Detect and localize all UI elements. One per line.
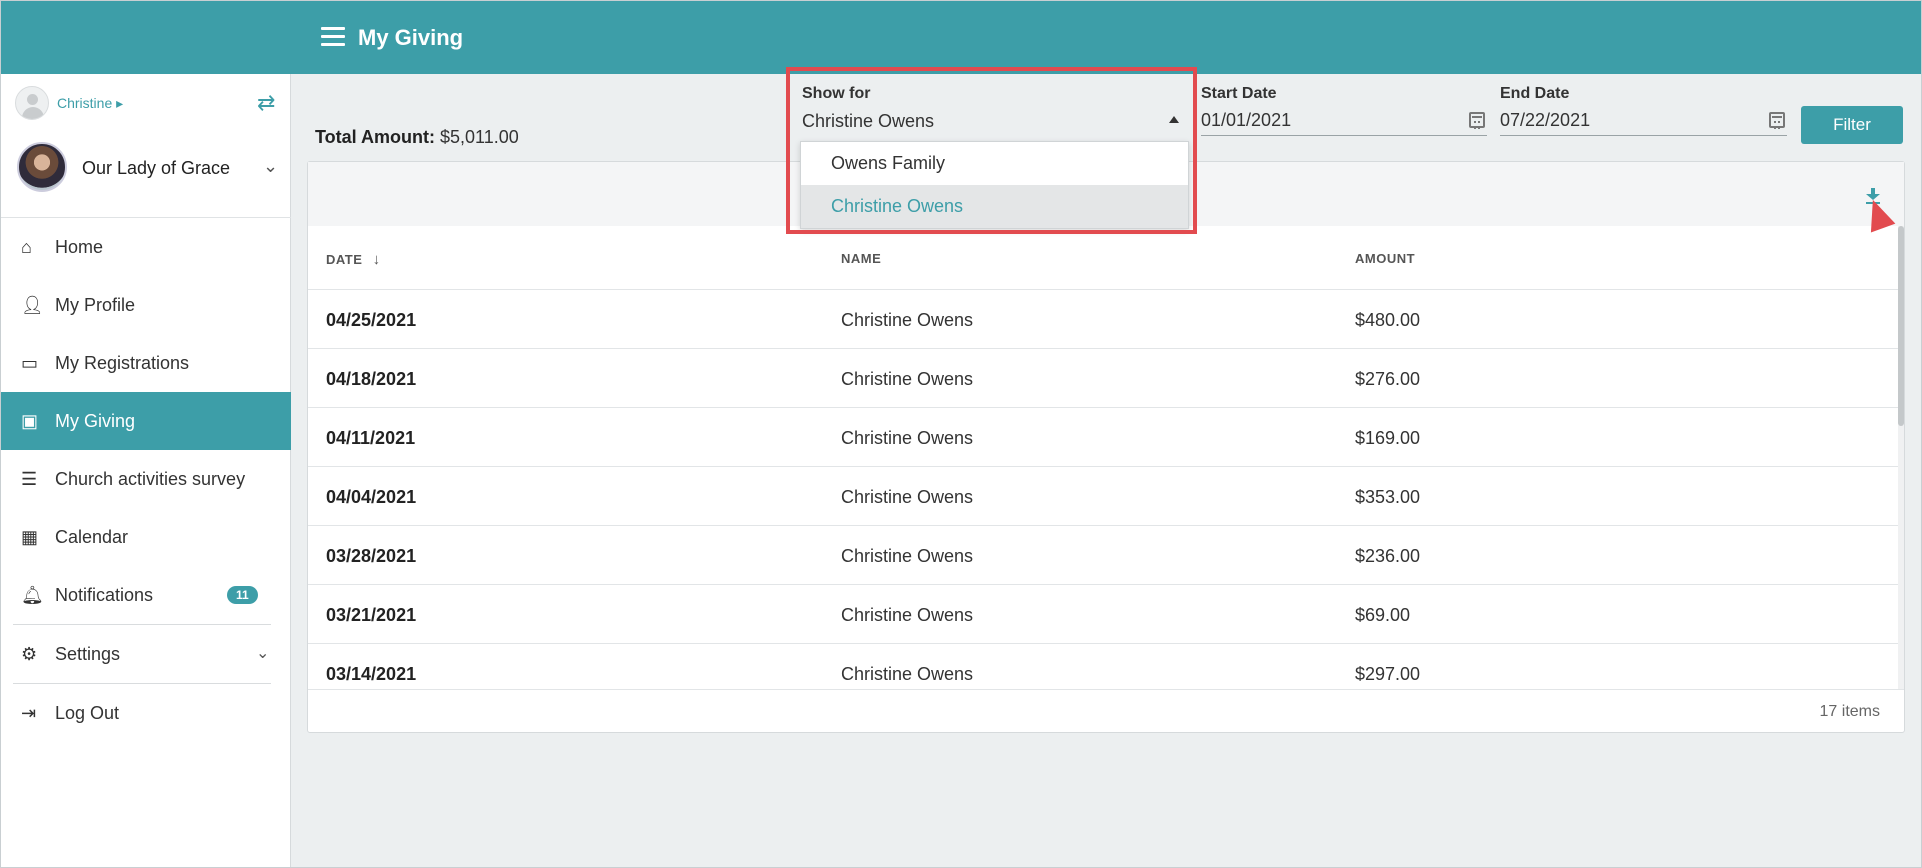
sidebar-item-log-out[interactable]: ⇥ Log Out <box>1 684 291 742</box>
cell-name: Christine Owens <box>841 605 974 625</box>
sidebar-item-my-giving[interactable]: ▣ My Giving <box>1 392 291 450</box>
table-row[interactable]: 03/21/2021 Christine Owens $69.00 <box>308 585 1898 644</box>
column-header-date[interactable]: DATE ↓ <box>326 251 381 268</box>
giving-table-card: DATE ↓ NAME AMOUNT 04/25/2021 Christine … <box>307 161 1905 733</box>
chevron-down-icon[interactable]: ⌄ <box>263 156 278 177</box>
cell-date: 03/21/2021 <box>326 605 417 625</box>
gear-icon: ⚙ <box>21 643 38 664</box>
sidebar-item-church-activities-survey[interactable]: ☰ Church activities survey <box>1 450 291 508</box>
menu-icon[interactable] <box>321 27 345 47</box>
scrollbar-thumb[interactable] <box>1898 226 1904 426</box>
cell-amount: $276.00 <box>1355 369 1421 389</box>
cell-name: Christine Owens <box>841 428 974 448</box>
cell-amount: $169.00 <box>1355 428 1421 448</box>
end-date-input[interactable]: 07/22/2021 <box>1500 106 1787 136</box>
highlight-box <box>786 67 1197 234</box>
cell-name: Christine Owens <box>841 546 974 566</box>
table-body: 04/25/2021 Christine Owens $480.00 04/18… <box>308 290 1898 689</box>
cell-date: 03/28/2021 <box>326 546 417 566</box>
cell-amount: $480.00 <box>1355 310 1421 330</box>
column-header-label: DATE <box>326 252 363 267</box>
ticket-icon: ▭ <box>21 352 39 373</box>
total-label: Total Amount: <box>315 127 435 147</box>
table-row[interactable]: 03/28/2021 Christine Owens $236.00 <box>308 526 1898 585</box>
cell-name: Christine Owens <box>841 487 974 507</box>
chevron-down-icon: ⌄ <box>256 645 270 662</box>
sidebar: Christine ▸ ⇄ Our Lady of Grace ⌄ ⌂ Home… <box>1 74 291 867</box>
start-date-label: Start Date <box>1201 85 1277 102</box>
cell-amount: $353.00 <box>1355 487 1421 507</box>
sidebar-item-notifications[interactable]: 🔔︎ Notifications 11 <box>1 566 291 624</box>
table-row[interactable]: 04/18/2021 Christine Owens $276.00 <box>308 349 1898 408</box>
end-date-value: 07/22/2021 <box>1500 110 1591 130</box>
user-icon: 👤︎ <box>21 294 44 315</box>
cell-date: 04/18/2021 <box>326 369 417 389</box>
end-date-label: End Date <box>1500 85 1570 102</box>
cell-date: 04/11/2021 <box>326 428 416 448</box>
cell-amount: $236.00 <box>1355 546 1421 566</box>
table-row[interactable]: 04/11/2021 Christine Owens $169.00 <box>308 408 1898 467</box>
sidebar-item-my-registrations[interactable]: ▭ My Registrations <box>1 334 291 392</box>
bell-icon: 🔔︎ <box>21 584 44 605</box>
notification-count-badge: 11 <box>227 586 258 604</box>
sidebar-item-label: Calendar <box>55 526 129 547</box>
user-name-link[interactable]: Christine ▸ <box>57 95 123 112</box>
start-date-value: 01/01/2021 <box>1201 110 1292 130</box>
start-date-input[interactable]: 01/01/2021 <box>1201 106 1487 136</box>
table-row[interactable]: 03/14/2021 Christine Owens $297.00 <box>308 644 1898 689</box>
sidebar-item-my-profile[interactable]: 👤︎ My Profile <box>1 276 291 334</box>
sidebar-item-calendar[interactable]: ▦ Calendar <box>1 508 291 566</box>
cell-date: 04/25/2021 <box>326 310 417 330</box>
swap-icon[interactable]: ⇄ <box>257 90 275 116</box>
cell-date: 03/14/2021 <box>326 664 417 684</box>
parish-selector[interactable]: Our Lady of Grace ⌄ <box>1 132 291 218</box>
sidebar-item-label: Log Out <box>55 702 120 723</box>
column-header-amount[interactable]: AMOUNT <box>1355 251 1415 266</box>
sidebar-item-label: My Profile <box>55 294 136 315</box>
parish-name: Our Lady of Grace <box>82 158 231 178</box>
parish-logo <box>17 142 67 192</box>
sidebar-item-label: My Registrations <box>55 352 190 373</box>
sidebar-item-label: Home <box>55 236 104 257</box>
cell-name: Christine Owens <box>841 369 974 389</box>
calendar-icon[interactable] <box>1469 112 1485 129</box>
cell-name: Christine Owens <box>841 664 974 684</box>
total-amount: Total Amount: $5,011.00 <box>315 127 519 148</box>
total-value: $5,011.00 <box>440 127 519 147</box>
filter-button[interactable]: Filter <box>1801 106 1903 144</box>
logout-icon: ⇥ <box>21 702 37 723</box>
column-header-name[interactable]: NAME <box>841 251 881 266</box>
table-row[interactable]: 04/25/2021 Christine Owens $480.00 <box>308 290 1898 349</box>
scrollbar[interactable] <box>1898 226 1904 689</box>
list-icon: ☰ <box>21 468 38 489</box>
table-footer: 17 items <box>308 689 1904 733</box>
sidebar-item-label: Settings <box>55 643 121 664</box>
top-bar: My Giving <box>1 1 1921 74</box>
sidebar-item-home[interactable]: ⌂ Home <box>1 218 291 276</box>
sidebar-nav: ⌂ Home 👤︎ My Profile ▭ My Registrations … <box>1 218 291 742</box>
cell-name: Christine Owens <box>841 310 974 330</box>
cell-date: 04/04/2021 <box>326 487 417 507</box>
user-row: Christine ▸ ⇄ <box>15 86 285 120</box>
avatar[interactable] <box>15 86 49 120</box>
home-icon: ⌂ <box>21 236 32 257</box>
money-icon: ▣ <box>21 410 39 431</box>
cell-amount: $69.00 <box>1355 605 1411 625</box>
sort-arrow-down-icon: ↓ <box>372 251 381 268</box>
sidebar-item-label: My Giving <box>55 410 136 431</box>
page-title: My Giving <box>358 25 464 50</box>
calendar-icon[interactable] <box>1769 112 1785 129</box>
calendar-icon: ▦ <box>21 526 39 547</box>
sidebar-item-label: Church activities survey <box>55 468 246 489</box>
app-window: My Giving Christine ▸ ⇄ Our Lady of Grac… <box>0 0 1922 868</box>
sidebar-item-settings[interactable]: ⚙ Settings ⌄ <box>1 625 291 683</box>
table-row[interactable]: 04/04/2021 Christine Owens $353.00 <box>308 467 1898 526</box>
items-count: 17 items <box>1819 703 1880 720</box>
cell-amount: $297.00 <box>1355 664 1421 684</box>
sidebar-item-label: Notifications <box>55 584 154 605</box>
